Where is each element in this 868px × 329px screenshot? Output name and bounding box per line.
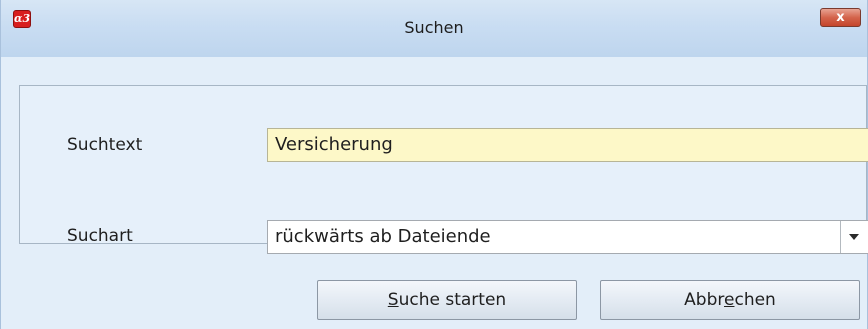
suchtext-label: Suchtext [67,135,143,155]
search-dialog: α3 Suchen x Suchtext Versicherung Suchar… [0,0,868,329]
start-search-button[interactable]: Suche starten [317,280,577,320]
start-search-accelerator: S [387,290,399,310]
title-bar[interactable]: α3 Suchen x [1,0,867,57]
cancel-button[interactable]: Abbrechen [600,280,860,320]
cancel-label-post: chen [734,290,776,310]
search-options-group: Suchtext Versicherung Suchart rückwärts … [19,85,868,254]
start-search-label-post: uche starten [398,290,507,310]
suchart-selected-value: rückwärts ab Dateiende [275,226,491,247]
suchart-label: Suchart [67,226,133,246]
suchtext-input[interactable]: Versicherung [267,128,868,162]
window-title: Suchen [404,18,464,37]
cancel-accelerator: e [724,290,735,310]
dropdown-arrow-icon[interactable] [840,221,868,253]
close-icon: x [836,10,845,25]
close-button[interactable]: x [820,8,861,27]
cancel-label-pre: Abbr [684,290,724,310]
suchart-dropdown[interactable]: rückwärts ab Dateiende [267,220,868,254]
